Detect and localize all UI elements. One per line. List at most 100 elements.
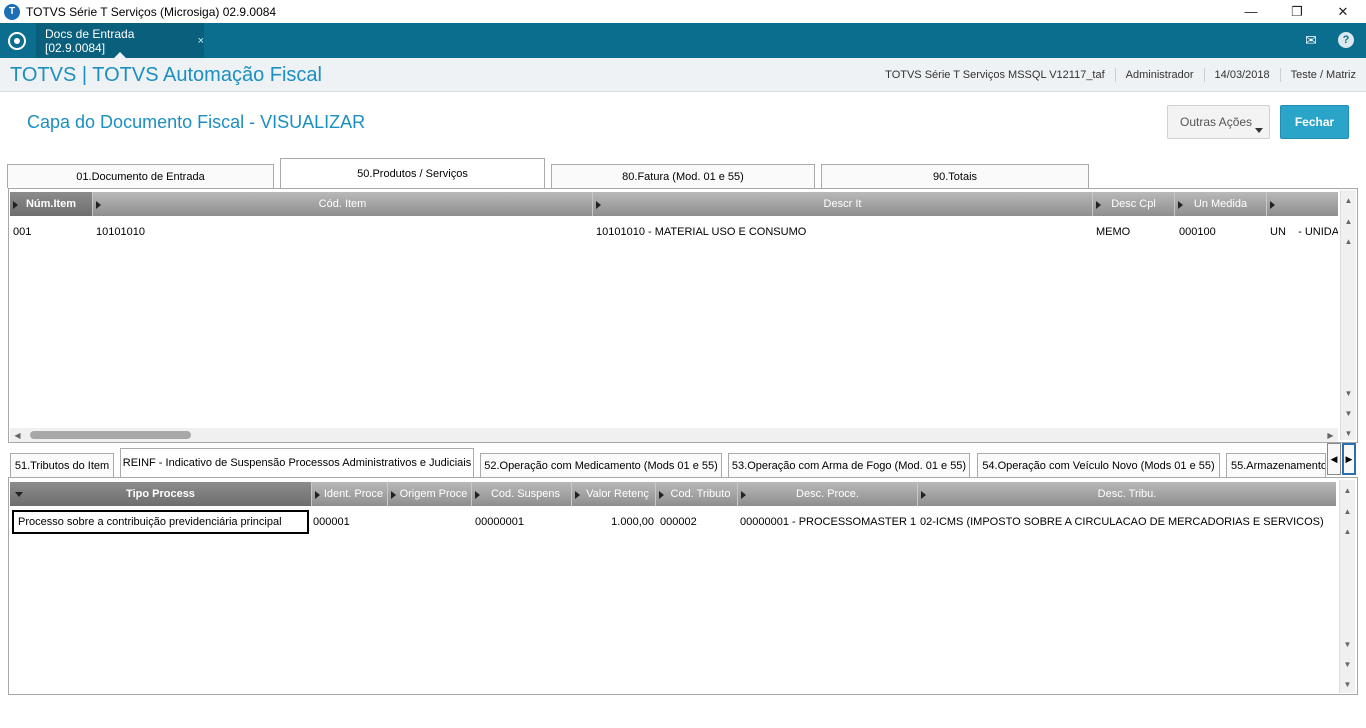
table-row[interactable]: Processo sobre a contribuição previdenci… xyxy=(10,510,1336,534)
scroll-page-down-icon[interactable]: ▼ xyxy=(1341,406,1356,420)
environment-label: TOTVS Série T Serviços MSSQL V12117_taf xyxy=(885,69,1105,81)
col-desc-cpl[interactable]: Desc Cpl xyxy=(1093,192,1175,216)
sort-arrow-icon xyxy=(1270,201,1275,209)
items-horizontal-scrollbar[interactable]: ◀ ▶ xyxy=(10,428,1338,442)
cell-tipo-process[interactable]: Processo sobre a contribuição previdenci… xyxy=(12,510,309,534)
date-label: 14/03/2018 xyxy=(1203,68,1280,82)
cell-cod-tributo: 000002 xyxy=(660,516,697,528)
sort-arrow-icon xyxy=(475,491,480,499)
sort-arrow-icon xyxy=(575,491,580,499)
sort-arrow-icon xyxy=(391,491,396,499)
col-extra[interactable] xyxy=(1267,192,1338,216)
tab-reinf[interactable]: REINF - Indicativo de Suspensão Processo… xyxy=(120,448,474,477)
col-cod-tributo[interactable]: Cod. Tributo xyxy=(656,482,738,506)
sort-arrow-icon xyxy=(921,491,926,499)
fechar-button[interactable]: Fechar xyxy=(1280,105,1349,139)
scroll-page-up-icon[interactable]: ▲ xyxy=(1341,214,1356,228)
page-title: Capa do Documento Fiscal - VISUALIZAR xyxy=(27,112,366,132)
sort-arrow-icon xyxy=(1096,201,1101,209)
scroll-thumb[interactable] xyxy=(30,431,191,439)
tab-fatura[interactable]: 80.Fatura (Mod. 01 e 55) xyxy=(551,164,815,188)
header-info: TOTVS Série T Serviços MSSQL V12117_taf … xyxy=(875,58,1366,92)
scroll-right-icon[interactable]: ▶ xyxy=(1323,428,1338,442)
scroll-up-icon[interactable]: ▲ xyxy=(1341,234,1356,248)
chevron-down-icon xyxy=(1255,128,1263,133)
branch-label: Teste / Matriz xyxy=(1279,68,1366,82)
cell-desc-cpl: MEMO xyxy=(1096,226,1131,238)
window-title-bar: T TOTVS Série T Serviços (Microsiga) 02.… xyxy=(0,0,1366,23)
tab-veiculo-novo[interactable]: 54.Operação com Veículo Novo (Mods 01 e … xyxy=(977,453,1220,477)
tab-arma-fogo[interactable]: 53.Operação com Arma de Fogo (Mod. 01 e … xyxy=(728,453,970,477)
col-cod-suspens[interactable]: Cod. Suspens xyxy=(472,482,572,506)
sort-arrow-icon xyxy=(741,491,746,499)
tab-medicamento[interactable]: 52.Operação com Medicamento (Mods 01 e 5… xyxy=(480,453,722,477)
tab-produtos-servicos[interactable]: 50.Produtos / Serviços xyxy=(280,158,545,188)
table-row[interactable]: 001 10101010 10101010 - MATERIAL USO E C… xyxy=(10,220,1338,244)
tabs-scroll-left-icon[interactable]: ◀ xyxy=(1327,443,1341,475)
tabs-scroll-right-icon[interactable]: ▶ xyxy=(1342,443,1356,475)
items-vertical-scrollbar[interactable]: ▲ ▲ ▲ ▼ ▼ ▼ xyxy=(1340,190,1356,440)
minimize-button[interactable]: — xyxy=(1228,0,1274,23)
sort-arrow-icon xyxy=(13,201,18,209)
col-desc-proce[interactable]: Desc. Proce. xyxy=(738,482,918,506)
cell-desc-tribu: 02-ICMS (IMPOSTO SOBRE A CIRCULACAO DE M… xyxy=(920,516,1324,528)
sort-arrow-icon xyxy=(596,201,601,209)
items-grid-header: Núm.Item Cód. Item Descr It Desc Cpl Un … xyxy=(10,192,1338,216)
cell-cod-item: 10101010 xyxy=(96,226,145,238)
scroll-top-icon[interactable]: ▲ xyxy=(1340,483,1355,497)
totvs-logo-icon[interactable] xyxy=(8,32,26,50)
sort-arrow-icon xyxy=(15,492,23,497)
scroll-bottom-icon[interactable]: ▼ xyxy=(1341,426,1356,440)
cell-ident-proce: 000001 xyxy=(313,516,350,528)
app-header: TOTVS | TOTVS Automação Fiscal TOTVS Sér… xyxy=(0,58,1366,92)
col-num-item[interactable]: Núm.Item xyxy=(10,192,93,216)
scroll-left-icon[interactable]: ◀ xyxy=(10,428,25,442)
scroll-page-down-icon[interactable]: ▼ xyxy=(1340,657,1355,671)
cell-un-medida: 000100 xyxy=(1179,226,1216,238)
mail-icon[interactable]: ✉ xyxy=(1302,32,1320,50)
close-tab-icon[interactable]: × xyxy=(198,35,204,47)
scroll-page-up-icon[interactable]: ▲ xyxy=(1340,504,1355,518)
scroll-down-icon[interactable]: ▼ xyxy=(1341,386,1356,400)
tab-armazenamento[interactable]: 55.Armazenamento xyxy=(1226,453,1326,477)
col-descr-item[interactable]: Descr It xyxy=(593,192,1093,216)
app-tab-bar: Docs de Entrada [02.9.0084] × ✉ ? xyxy=(0,23,1366,58)
close-window-button[interactable]: ✕ xyxy=(1320,0,1366,23)
cell-origem-proce xyxy=(390,510,470,534)
cell-desc-proce: 00000001 - PROCESSOMASTER 1 xyxy=(740,516,916,528)
col-origem-proce[interactable]: Origem Proce xyxy=(388,482,472,506)
tab-tributos-item[interactable]: 51.Tributos do Item xyxy=(10,453,114,477)
outras-acoes-label: Outras Ações xyxy=(1180,115,1253,129)
cell-descr-item: 10101010 - MATERIAL USO E CONSUMO xyxy=(596,226,807,238)
scroll-down-icon[interactable]: ▼ xyxy=(1340,637,1355,651)
user-label: Administrador xyxy=(1114,68,1204,82)
maximize-button[interactable]: ❐ xyxy=(1274,0,1320,23)
bottom-bar xyxy=(0,700,1366,728)
cell-extra: UN - UNIDA xyxy=(1270,226,1338,238)
sort-arrow-icon xyxy=(1178,201,1183,209)
col-valor-retenc[interactable]: Valor Retenç xyxy=(572,482,656,506)
tab-totais[interactable]: 90.Totais xyxy=(821,164,1089,188)
sort-arrow-icon xyxy=(315,491,320,499)
cell-num-item: 001 xyxy=(13,226,32,238)
tab-documento-entrada[interactable]: 01.Documento de Entrada xyxy=(7,164,274,188)
scroll-top-icon[interactable]: ▲ xyxy=(1341,193,1356,207)
sort-arrow-icon xyxy=(659,491,664,499)
app-name: TOTVS | TOTVS Automação Fiscal xyxy=(10,64,322,86)
sort-arrow-icon xyxy=(96,201,101,209)
col-desc-tribu[interactable]: Desc. Tribu. xyxy=(918,482,1336,506)
scroll-bottom-icon[interactable]: ▼ xyxy=(1340,677,1355,691)
col-tipo-process[interactable]: Tipo Process xyxy=(10,482,312,506)
cell-cod-suspens: 00000001 xyxy=(475,516,524,528)
outras-acoes-button[interactable]: Outras Ações xyxy=(1167,105,1270,139)
app-icon: T xyxy=(4,3,20,20)
reinf-grid-header: Tipo Process Ident. Proce Origem Proce C… xyxy=(10,482,1336,506)
help-icon[interactable]: ? xyxy=(1338,32,1354,48)
col-ident-proce[interactable]: Ident. Proce xyxy=(312,482,388,506)
tab-docs-de-entrada[interactable]: Docs de Entrada [02.9.0084] × xyxy=(36,23,204,58)
col-cod-item[interactable]: Cód. Item xyxy=(93,192,593,216)
scroll-up-icon[interactable]: ▲ xyxy=(1340,524,1355,538)
col-un-medida[interactable]: Un Medida xyxy=(1175,192,1267,216)
reinf-vertical-scrollbar[interactable]: ▲ ▲ ▲ ▼ ▼ ▼ xyxy=(1339,480,1355,693)
cell-valor-retenc: 1.000,00 xyxy=(611,516,654,528)
